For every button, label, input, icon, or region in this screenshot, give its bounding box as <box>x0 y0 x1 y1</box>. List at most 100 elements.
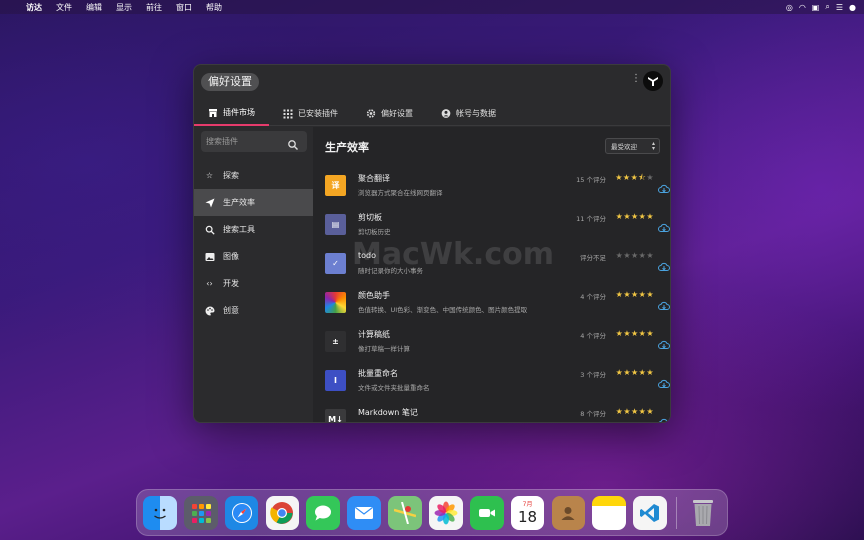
vscode-dock-icon[interactable] <box>633 495 667 530</box>
sidebar-item-label: 开发 <box>223 279 239 288</box>
list-item[interactable]: I 批量重命名 文件或文件夹批量重命名 3 个评分 ★★★★★ <box>313 364 670 403</box>
list-item[interactable]: 译 聚合翻译 浏览器方式聚合在线网页翻译 15 个评分 ★★★⯪★ <box>313 169 670 208</box>
send-icon <box>204 197 215 208</box>
plugin-name: 批量重命名 <box>358 369 398 378</box>
plugin-name: 颜色助手 <box>358 291 390 300</box>
sort-select[interactable]: 最受欢迎 ▴ ▾ <box>605 138 660 154</box>
calendar-dock-icon[interactable]: 7月 18 <box>510 495 545 530</box>
photos-dock-icon[interactable] <box>429 495 463 530</box>
rating-count: 8 个评分 <box>580 410 606 418</box>
sidebar-item-explore[interactable]: ☆ 探索 <box>194 162 313 189</box>
rating-count: 11 个评分 <box>576 215 606 223</box>
star-icon: ★ <box>646 212 654 221</box>
star-icon: ★ <box>646 368 654 377</box>
dock-separator <box>676 496 678 529</box>
plugin-name: 剪切板 <box>358 213 382 222</box>
tab-label: 偏好设置 <box>381 109 413 118</box>
star-icon: ★ <box>630 212 639 221</box>
title-bar: 偏好设置 ⋮ <box>194 65 670 99</box>
menu-edit[interactable]: 编辑 <box>86 2 102 13</box>
star-icon: ★ <box>646 173 654 182</box>
section-title: 生产效率 <box>325 141 369 154</box>
rating-count: 评分不足 <box>580 254 606 262</box>
top-tabs: 插件市场 已安装插件 偏好设置 帐号与数据 <box>194 101 670 126</box>
tab-account-data[interactable]: 帐号与数据 <box>427 101 510 126</box>
safari-dock-icon[interactable] <box>224 495 259 530</box>
plugin-description: 色值转换、UI色彩、渐变色、中国传统颜色、图片颜色提取 <box>358 306 528 314</box>
tab-preferences[interactable]: 偏好设置 <box>352 101 427 126</box>
maps-dock-icon[interactable] <box>388 495 422 530</box>
list-item[interactable]: M↓ Markdown 笔记极佳的 Markdown 编辑体验、实时预览、存储 8 … <box>313 403 670 422</box>
sidebar-item-develop[interactable]: ‹› 开发 <box>194 270 313 297</box>
star-icon: ★ <box>623 368 631 377</box>
rating-stars: ★★★★★ <box>616 290 654 299</box>
app-status-icon[interactable]: ◎ <box>786 3 793 12</box>
wifi-icon[interactable]: ◠ <box>799 3 806 12</box>
rating-count: 3 个评分 <box>580 371 606 379</box>
plugin-list: 译 聚合翻译 浏览器方式聚合在线网页翻译 15 个评分 ★★★⯪★ ▤ 剪切板 剪切板历史 11… <box>313 169 670 422</box>
trash-icon[interactable] <box>686 496 720 530</box>
mail-dock-icon[interactable] <box>347 495 381 530</box>
sidebar-item-search-tools[interactable]: 搜索工具 <box>194 216 313 243</box>
gear-icon <box>366 109 376 119</box>
cloud-download-icon[interactable] <box>658 335 670 349</box>
star-icon: ★ <box>630 329 639 338</box>
cloud-download-icon[interactable] <box>658 296 670 310</box>
sidebar: ☆ 探索 生产效率 搜索工具 图像 <box>194 127 313 422</box>
sidebar-item-label: 搜索工具 <box>223 225 255 234</box>
dock: 7月 18 <box>136 489 728 536</box>
sidebar-item-productivity[interactable]: 生产效率 <box>194 189 313 216</box>
launchpad-dock-icon[interactable] <box>183 495 218 530</box>
notification-icon[interactable]: ☰ <box>836 3 843 12</box>
sidebar-item-label: 图像 <box>223 252 239 261</box>
star-icon: ★ <box>623 251 631 260</box>
star-icon: ★ <box>646 329 654 338</box>
control-center-icon[interactable]: ▣ <box>812 3 820 12</box>
app-logo-icon[interactable] <box>643 71 663 91</box>
search-input[interactable] <box>201 137 287 146</box>
star-icon: ★ <box>630 251 639 260</box>
tab-label: 帐号与数据 <box>456 109 496 118</box>
menu-help[interactable]: 帮助 <box>206 2 222 13</box>
menu-window[interactable]: 窗口 <box>176 2 192 13</box>
notes-dock-icon[interactable] <box>592 495 627 530</box>
menu-view[interactable]: 显示 <box>116 2 132 13</box>
plugin-icon: M↓ <box>325 409 346 422</box>
plugin-search <box>201 131 307 152</box>
list-item[interactable]: 颜色助手色值转换、UI色彩、渐变色、中国传统颜色、图片颜色提取 4 个评分 ★★★★… <box>313 286 670 325</box>
cloud-download-icon[interactable] <box>658 179 670 193</box>
contacts-dock-icon[interactable] <box>551 495 586 530</box>
cloud-download-icon[interactable] <box>658 374 670 388</box>
list-item[interactable]: ± 计算稿纸 像打草稿一样计算 4 个评分 ★★★★★ <box>313 325 670 364</box>
star-icon: ★ <box>622 173 631 182</box>
search-icon[interactable] <box>287 136 299 150</box>
sidebar-item-label: 创意 <box>223 306 239 315</box>
more-menu-icon[interactable]: ⋮ <box>631 74 641 84</box>
chrome-dock-icon[interactable] <box>265 495 300 530</box>
cloud-download-icon[interactable] <box>658 413 670 422</box>
menu-file[interactable]: 文件 <box>56 2 72 13</box>
siri-icon[interactable]: ● <box>849 3 856 12</box>
window-title[interactable]: 偏好设置 <box>201 73 259 91</box>
facetime-dock-icon[interactable] <box>469 495 504 530</box>
tab-plugin-market[interactable]: 插件市场 <box>194 101 269 126</box>
tab-installed-plugins[interactable]: 已安装插件 <box>269 101 352 126</box>
finder-dock-icon[interactable] <box>143 495 177 530</box>
sidebar-item-creative[interactable]: 创意 <box>194 297 313 324</box>
plugin-description: 像打草稿一样计算 <box>358 345 410 353</box>
messages-dock-icon[interactable] <box>306 495 341 530</box>
list-item[interactable]: ▤ 剪切板 剪切板历史 11 个评分 ★★★★★ <box>313 208 670 247</box>
cloud-download-icon[interactable] <box>658 257 670 271</box>
calendar-day: 18 <box>518 507 538 526</box>
plugin-name: 计算稿纸 <box>358 330 390 339</box>
menu-finder[interactable]: 访达 <box>26 2 42 13</box>
star-icon: ★ <box>630 368 639 377</box>
plugin-icon: 译 <box>325 175 346 196</box>
rating-stars: ★★★★★ <box>616 212 654 221</box>
list-item[interactable]: ✓ todo 随时记录你的大小事务 评分不足 ★★★★★ <box>313 247 670 286</box>
sidebar-item-images[interactable]: 图像 <box>194 243 313 270</box>
cloud-download-icon[interactable] <box>658 218 670 232</box>
search-menu-icon[interactable]: ⌕ <box>825 2 829 12</box>
menu-go[interactable]: 前往 <box>146 2 162 13</box>
rating-count: 4 个评分 <box>580 293 606 301</box>
